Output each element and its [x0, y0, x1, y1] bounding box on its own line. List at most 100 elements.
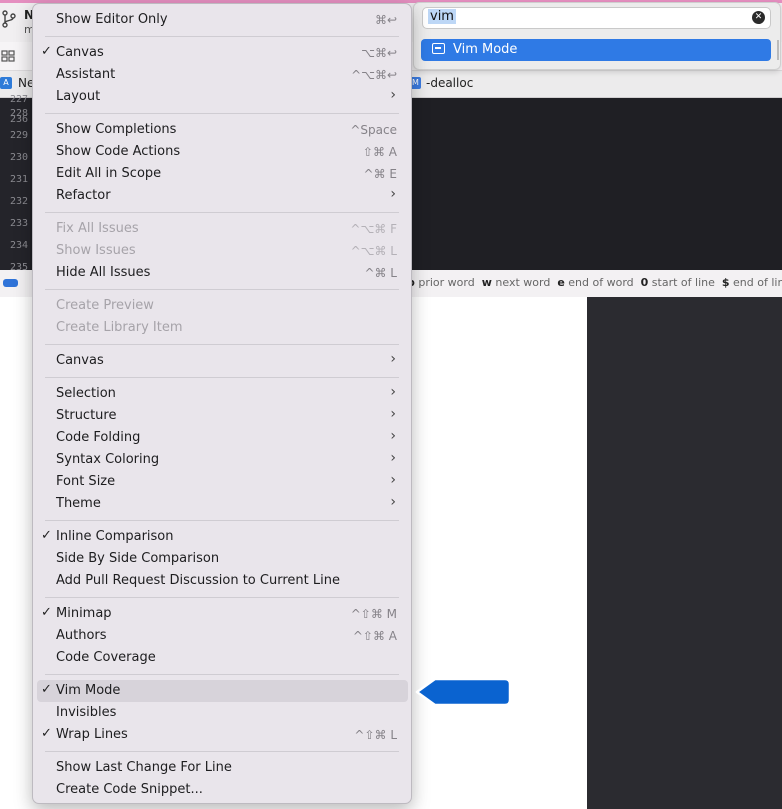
menu-item-label: Fix All Issues — [56, 221, 139, 236]
menu-item-create-code-snippet[interactable]: Create Code Snippet... — [33, 779, 413, 801]
menu-separator — [45, 377, 399, 378]
line-number: 231 — [10, 174, 29, 185]
minimap-area — [587, 297, 782, 809]
menu-item-fix-all-issues: Fix All Issues ^⌥⌘ F — [33, 218, 413, 240]
menu-item-hide-all-issues[interactable]: Hide All Issues ^⌘ L — [33, 262, 413, 284]
menu-item-create-preview: Create Preview — [33, 295, 413, 317]
menu-separator — [45, 751, 399, 752]
help-search-input[interactable] — [422, 7, 771, 29]
menu-item-code-folding[interactable]: Code Folding › — [33, 427, 413, 449]
vim-hint-text: start of line — [651, 276, 715, 289]
menu-item-font-size[interactable]: Font Size › — [33, 471, 413, 493]
menu-item-label: Code Folding — [56, 430, 141, 445]
menu-item-show-completions[interactable]: Show Completions ^Space — [33, 119, 413, 141]
menu-item-refactor[interactable]: Refactor › — [33, 185, 413, 207]
keyboard-shortcut: ^⇧⌘ M — [350, 607, 397, 621]
menu-item-label: Invisibles — [56, 705, 117, 720]
menu-item-authors[interactable]: Authors ^⇧⌘ A — [33, 625, 413, 647]
menu-item-label: Create Code Snippet... — [56, 782, 203, 797]
line-number: 230 — [10, 152, 29, 163]
menu-separator — [45, 113, 399, 114]
keyboard-shortcut: ⌥⌘↩ — [361, 46, 397, 60]
keyboard-shortcut: ^⌘ L — [364, 266, 397, 280]
app-target-icon: A — [0, 77, 12, 89]
line-number: 227 — [10, 94, 29, 105]
menu-item-label: Create Library Item — [56, 320, 183, 335]
menu-item-vim-mode[interactable]: ✓ Vim Mode — [37, 680, 408, 702]
keyboard-shortcut: ^Space — [350, 123, 397, 137]
menu-item-label: Theme — [56, 496, 101, 511]
keyboard-shortcut: ⌘↩ — [374, 13, 397, 27]
vim-hint-key: 0 — [640, 276, 649, 289]
search-result-label[interactable]: Vim Mode — [453, 42, 517, 57]
vim-hint-text: next word — [495, 276, 551, 289]
vim-hint-key: w — [481, 276, 492, 289]
menu-item-label: Create Preview — [56, 298, 154, 313]
source-control-branch-icon[interactable] — [1, 10, 17, 28]
menu-separator — [45, 674, 399, 675]
menu-item-side-by-side-comparison[interactable]: Side By Side Comparison — [33, 548, 413, 570]
menu-item-label: Authors — [56, 628, 107, 643]
menu-separator — [45, 344, 399, 345]
menu-item-canvas[interactable]: Canvas › — [33, 350, 413, 372]
menu-item-structure[interactable]: Structure › — [33, 405, 413, 427]
menu-item-label: Vim Mode — [56, 683, 121, 698]
related-items-grid-icon[interactable] — [1, 49, 15, 63]
menu-item-show-issues: Show Issues ^⌥⌘ L — [33, 240, 413, 262]
submenu-chevron-icon: › — [390, 450, 396, 466]
menu-item-inline-comparison[interactable]: ✓ Inline Comparison — [33, 526, 413, 548]
menu-separator — [45, 520, 399, 521]
menu-item-assistant[interactable]: Assistant ^⌥⌘↩ — [33, 64, 413, 86]
menu-item-label: Add Pull Request Discussion to Current L… — [56, 573, 340, 588]
clear-search-icon[interactable]: ✕ — [752, 11, 765, 24]
menu-item-label: Structure — [56, 408, 117, 423]
pointer-arrow-icon — [415, 677, 512, 707]
help-search-query[interactable]: vim — [428, 9, 456, 24]
menu-item-label: Canvas — [56, 353, 104, 368]
menu-item-syntax-coloring[interactable]: Syntax Coloring › — [33, 449, 413, 471]
menu-item-edit-all-in-scope[interactable]: Edit All in Scope ^⌘ E — [33, 163, 413, 185]
keyboard-shortcut: ^⌥⌘ L — [350, 244, 397, 258]
menu-item-layout[interactable]: Layout › — [33, 86, 413, 108]
menu-item-invisibles[interactable]: Invisibles — [33, 702, 413, 724]
line-number: 232 — [10, 196, 29, 207]
vim-motion-hints: b prior word w next word e end of word 0… — [407, 276, 782, 289]
menu-item-wrap-lines[interactable]: ✓ Wrap Lines ^⇧⌘ L — [33, 724, 413, 746]
menu-item-add-pull-request-discussion-to-current-line[interactable]: Add Pull Request Discussion to Current L… — [33, 570, 413, 592]
menu-item-theme[interactable]: Theme › — [33, 493, 413, 515]
line-number: 229 — [10, 130, 29, 141]
checkmark-icon: ✓ — [41, 726, 52, 741]
menu-item-label: Code Coverage — [56, 650, 156, 665]
vim-hint-key: $ — [721, 276, 730, 289]
menu-item-show-code-actions[interactable]: Show Code Actions ⇧⌘ A — [33, 141, 413, 163]
keyboard-shortcut: ^⇧⌘ A — [352, 629, 397, 643]
vim-hint-key: e — [557, 276, 565, 289]
menu-item-create-library-item: Create Library Item — [33, 317, 413, 339]
vim-mode-indicator — [3, 279, 18, 287]
menu-item-label: Layout — [56, 89, 101, 104]
menu-item-selection[interactable]: Selection › — [33, 383, 413, 405]
menu-item-label: Show Issues — [56, 243, 136, 258]
vim-hint-text: end of line — [733, 276, 782, 289]
checkmark-icon: ✓ — [41, 605, 52, 620]
line-number: 233 — [10, 218, 29, 229]
menu-item-label: Selection — [56, 386, 116, 401]
menu-item-label: Show Last Change For Line — [56, 760, 232, 775]
menu-item-minimap[interactable]: ✓ Minimap ^⇧⌘ M — [33, 603, 413, 625]
submenu-chevron-icon: › — [390, 428, 396, 444]
menu-item-show-editor-only[interactable]: Show Editor Only ⌘↩ — [33, 9, 413, 31]
keyboard-shortcut: ^⇧⌘ L — [354, 728, 397, 742]
keyboard-shortcut: ⇧⌘ A — [362, 145, 397, 159]
menu-item-show-last-change-for-line[interactable]: Show Last Change For Line — [33, 757, 413, 779]
submenu-chevron-icon: › — [390, 186, 396, 202]
menu-item-label: Syntax Coloring — [56, 452, 160, 467]
keyboard-shortcut: ^⌘ E — [363, 167, 397, 181]
menu-item-label: Canvas — [56, 45, 104, 60]
menu-item-label: Hide All Issues — [56, 265, 151, 280]
menu-item-label: Inline Comparison — [56, 529, 174, 544]
menu-item-code-coverage[interactable]: Code Coverage — [33, 647, 413, 669]
breadcrumb-method-dealloc[interactable]: -dealloc — [426, 76, 473, 90]
menu-item-canvas[interactable]: ✓ Canvas ⌥⌘↩ — [33, 42, 413, 64]
menu-item-label: Show Code Actions — [56, 144, 181, 159]
line-number: 234 — [10, 240, 29, 251]
